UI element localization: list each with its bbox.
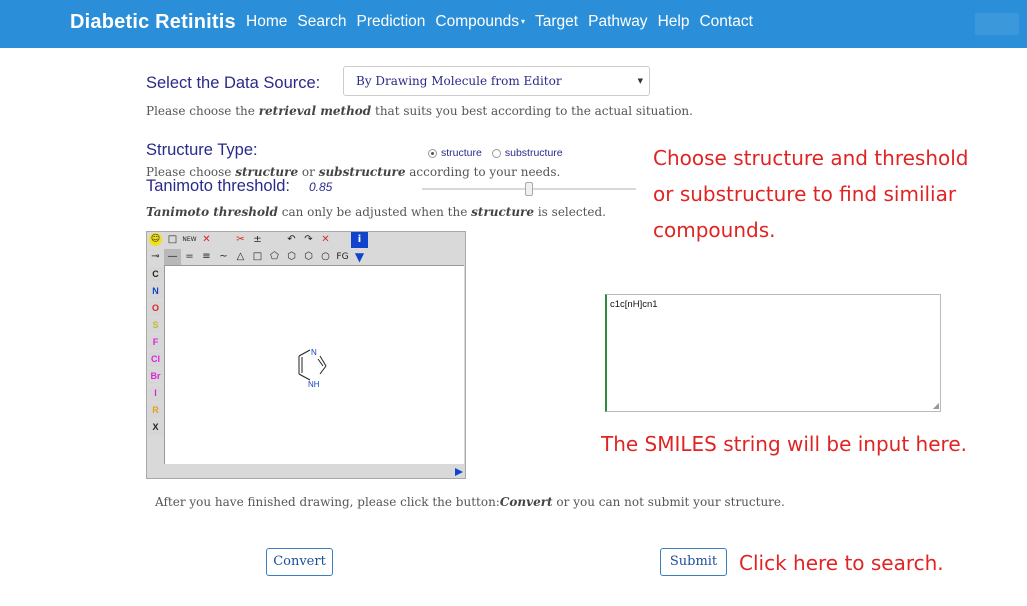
data-source-selected: By Drawing Molecule from Editor: [356, 74, 562, 88]
threshold-heading: Tanimoto threshold:: [146, 177, 290, 195]
delete-group-icon[interactable]: ✂: [232, 232, 249, 248]
brand-logo[interactable]: Diabetic Retinitis: [70, 11, 236, 34]
ring4-icon[interactable]: □: [249, 249, 266, 265]
charge-icon[interactable]: ±: [249, 232, 266, 248]
atom-label-n: N: [311, 348, 317, 357]
clear-icon[interactable]: ✕: [317, 232, 334, 248]
dropdown-triangle-icon[interactable]: ▼: [351, 249, 368, 265]
nav-compounds-label: Compounds: [435, 13, 519, 30]
atom-o[interactable]: O: [148, 301, 163, 316]
nav-home[interactable]: Home: [246, 13, 287, 31]
structure-type-radios: structure substructure: [428, 147, 573, 159]
threshold-slider-handle[interactable]: [525, 182, 533, 196]
submit-button[interactable]: Submit: [660, 548, 727, 576]
threshold-value: 0.85: [309, 180, 333, 194]
structure-annotation: Choose structure and threshold or substr…: [653, 146, 969, 242]
atom-br[interactable]: Br: [148, 369, 163, 384]
ring3-icon[interactable]: △: [232, 249, 249, 265]
nav-prediction[interactable]: Prediction: [356, 13, 425, 31]
atom-palette: C N O S F Cl Br I R X: [147, 267, 164, 437]
delete-icon[interactable]: ✕: [198, 232, 215, 248]
smiles-annotation: The SMILES string will be input here.: [601, 432, 967, 456]
atom-cl[interactable]: Cl: [148, 352, 163, 367]
data-source-select[interactable]: By Drawing Molecule from Editor ▼: [343, 66, 650, 96]
ring6-icon[interactable]: ⬡: [300, 249, 317, 265]
new-button[interactable]: NEW: [181, 232, 198, 248]
play-arrow-icon[interactable]: [455, 468, 463, 476]
smiles-value: c1c[nH]cn1: [610, 299, 658, 310]
info-icon[interactable]: i: [351, 232, 368, 248]
nav-contact[interactable]: Contact: [699, 13, 752, 31]
radio-structure-label[interactable]: structure: [441, 147, 482, 159]
benzene-icon[interactable]: ⬡: [283, 249, 300, 265]
fg-button[interactable]: FG: [334, 249, 351, 265]
caret-down-icon: ▾: [521, 17, 526, 27]
blank-tool-2[interactable]: [266, 232, 283, 248]
resize-handle-icon[interactable]: ◢: [933, 401, 939, 410]
atom-i[interactable]: I: [148, 386, 163, 401]
nav-pathway[interactable]: Pathway: [588, 13, 647, 31]
editor-toolbar-bonds: ⊸ — = ≡ ~ △ □ ⬠ ⬡ ⬡ ○ FG ▼: [147, 249, 368, 265]
redo-icon[interactable]: ↷: [300, 232, 317, 248]
atom-f[interactable]: F: [148, 335, 163, 350]
select-arrow-icon: ▼: [637, 77, 643, 85]
atom-c[interactable]: C: [148, 267, 163, 282]
nav-target[interactable]: Target: [535, 13, 578, 31]
convert-help: After you have finished drawing, please …: [155, 495, 785, 509]
data-source-heading: Select the Data Source:: [146, 74, 321, 92]
blank-tool-3[interactable]: [334, 232, 351, 248]
ring7-icon[interactable]: ○: [317, 249, 334, 265]
atom-n[interactable]: N: [148, 284, 163, 299]
nav-search[interactable]: Search: [297, 13, 346, 31]
single-bond-icon[interactable]: —: [164, 249, 181, 265]
convert-button[interactable]: Convert: [266, 548, 333, 576]
radio-substructure-label[interactable]: substructure: [505, 147, 563, 159]
nav-compounds[interactable]: Compounds ▾: [435, 13, 525, 31]
select-rect-icon[interactable]: □: [164, 232, 181, 248]
ring5-icon[interactable]: ⬠: [266, 249, 283, 265]
imidazole-molecule: N NH: [298, 348, 327, 389]
nav-help[interactable]: Help: [658, 13, 690, 31]
chain-wave-icon[interactable]: ~: [215, 249, 232, 265]
nav-toggle[interactable]: [975, 13, 1019, 35]
radio-structure[interactable]: [428, 148, 437, 158]
atom-x[interactable]: X: [148, 420, 163, 435]
editor-toolbar-top: ☺ □ NEW ✕ ✂ ± ↶ ↷ ✕ i: [147, 232, 368, 248]
data-source-help: Please choose the retrieval method that …: [146, 104, 693, 118]
radio-substructure[interactable]: [491, 148, 501, 158]
blank-tool[interactable]: [215, 232, 232, 248]
structure-type-heading: Structure Type:: [146, 141, 258, 159]
atom-r[interactable]: R: [148, 403, 163, 418]
smiley-icon[interactable]: ☺: [149, 233, 162, 246]
double-bond-icon[interactable]: =: [181, 249, 198, 265]
search-annotation: Click here to search.: [739, 551, 944, 575]
undo-icon[interactable]: ↶: [283, 232, 300, 248]
triple-bond-icon[interactable]: ≡: [198, 249, 215, 265]
chain-icon[interactable]: ⊸: [147, 249, 164, 265]
atom-label-nh: NH: [308, 380, 320, 389]
atom-s[interactable]: S: [148, 318, 163, 333]
molecule-editor[interactable]: ☺ □ NEW ✕ ✂ ± ↶ ↷ ✕ i ⊸ — = ≡ ~ △ □ ⬠ ⬡ …: [146, 231, 466, 479]
editor-canvas[interactable]: N NH: [164, 265, 464, 464]
threshold-help: Tanimoto threshold can only be adjusted …: [146, 205, 606, 219]
nav-menu: Home Search Prediction Compounds ▾ Target…: [246, 13, 763, 31]
smiles-textarea[interactable]: c1c[nH]cn1 ◢: [605, 294, 941, 412]
navbar: Diabetic Retinitis Home Search Predictio…: [0, 0, 1027, 48]
